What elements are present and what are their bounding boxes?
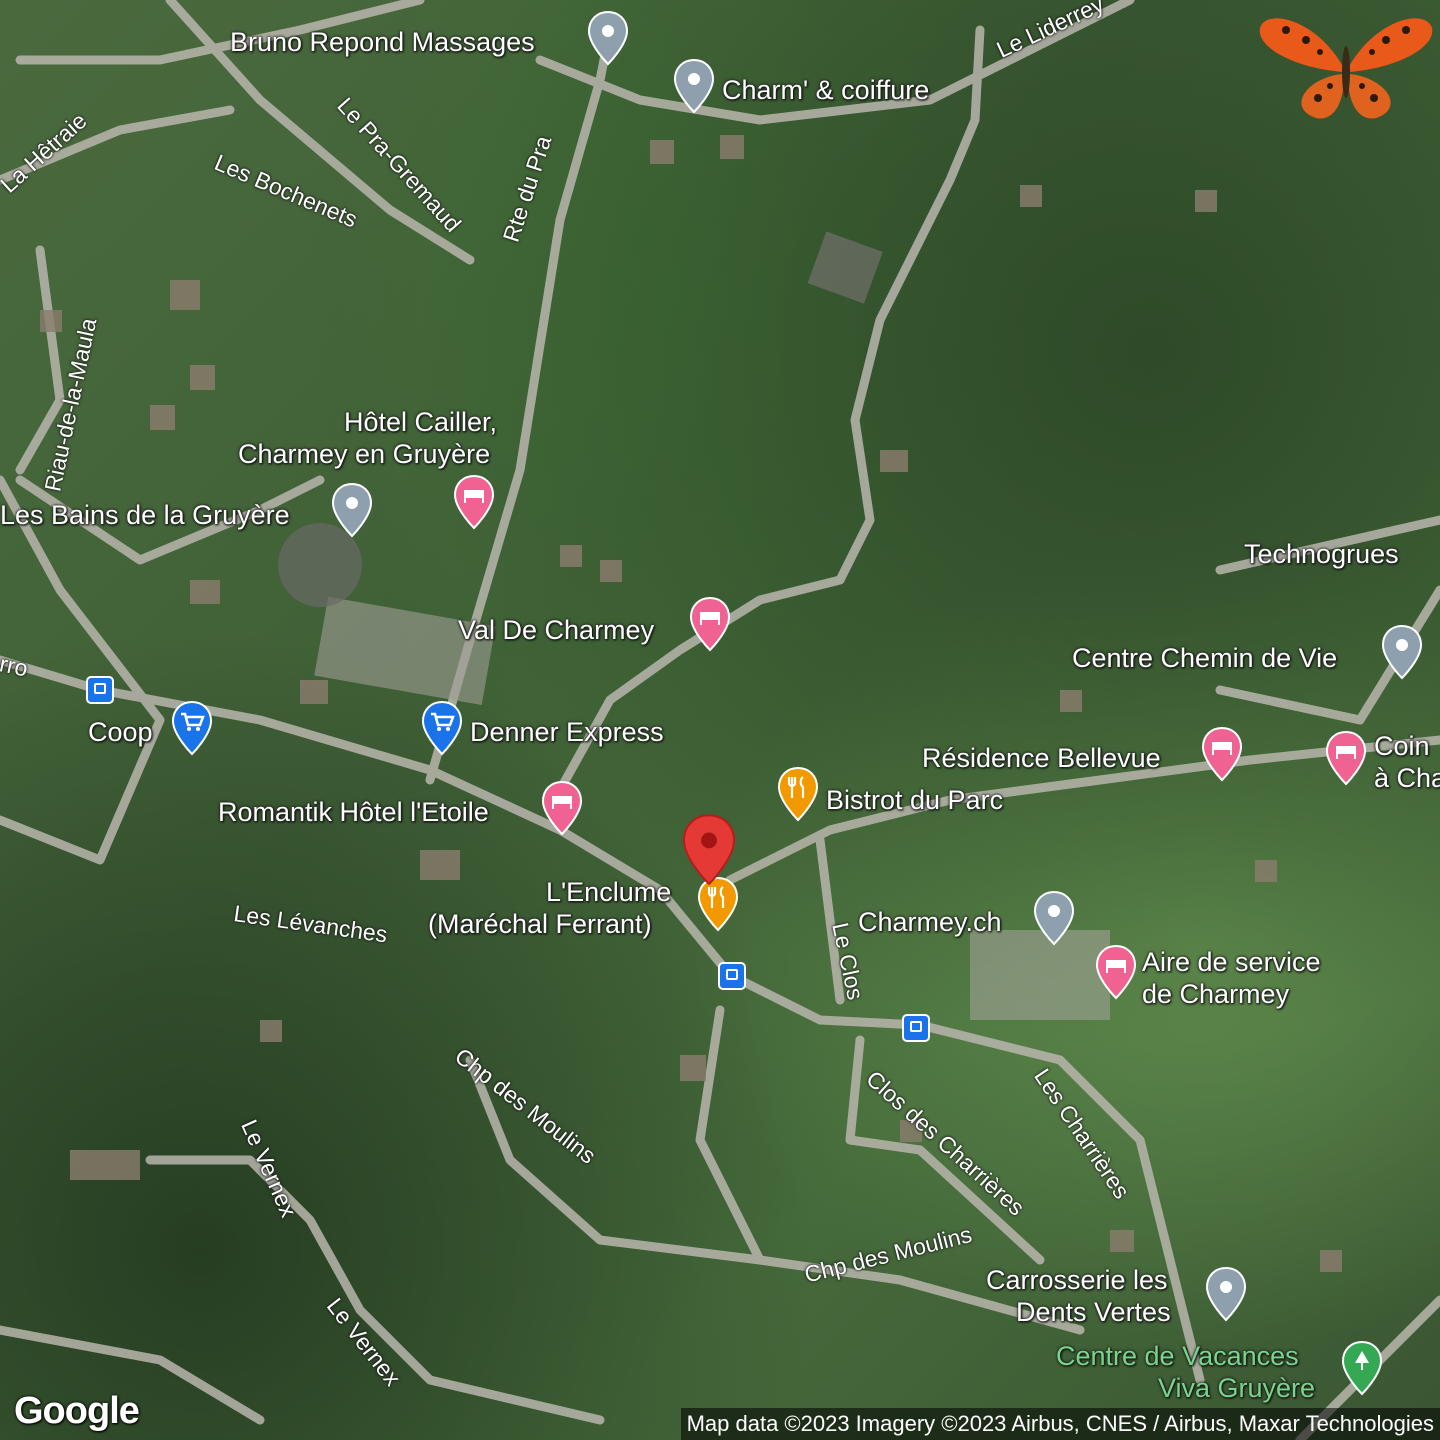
place-label[interactable]: Coin bbox=[1374, 730, 1430, 762]
place-label[interactable]: Val De Charmey bbox=[458, 614, 654, 646]
place-label[interactable]: (Maréchal Ferrant) bbox=[428, 908, 652, 940]
lodging-pin-icon[interactable] bbox=[1324, 730, 1368, 788]
satellite-map[interactable]: Le Liderrey La Hêtraie Les Bochenets Le … bbox=[0, 0, 1440, 1440]
park-pin-icon[interactable] bbox=[1340, 1340, 1384, 1398]
shopping-cart-pin-icon[interactable] bbox=[420, 700, 464, 758]
place-label[interactable]: Coop bbox=[88, 716, 153, 748]
place-label[interactable]: Bistrot du Parc bbox=[826, 784, 1003, 816]
place-label[interactable]: Les Bains de la Gruyère bbox=[0, 499, 290, 531]
lodging-pin-icon[interactable] bbox=[1200, 726, 1244, 784]
road-network bbox=[0, 0, 1440, 1440]
place-label[interactable]: Hôtel Cailler, bbox=[344, 406, 497, 438]
place-label[interactable]: Charm' & coiffure bbox=[722, 74, 929, 106]
place-label[interactable]: Charmey en Gruyère bbox=[238, 438, 490, 470]
butterfly-icon bbox=[1259, 18, 1433, 119]
bus-stop-icon[interactable] bbox=[86, 676, 114, 704]
lodging-pin-icon[interactable] bbox=[688, 596, 732, 654]
place-label[interactable]: Dents Vertes bbox=[1016, 1296, 1171, 1328]
place-label[interactable]: à Cha bbox=[1374, 762, 1440, 794]
lodging-pin-icon[interactable] bbox=[540, 780, 584, 838]
place-label[interactable]: Centre de Vacances bbox=[1056, 1340, 1299, 1372]
place-pin-icon[interactable] bbox=[1380, 624, 1424, 682]
place-label[interactable]: Résidence Bellevue bbox=[922, 742, 1161, 774]
place-label[interactable]: Charmey.ch bbox=[858, 906, 1002, 938]
place-label[interactable]: Carrosserie les bbox=[986, 1264, 1168, 1296]
place-label[interactable]: Denner Express bbox=[470, 716, 664, 748]
place-label[interactable]: L'Enclume bbox=[546, 876, 671, 908]
restaurant-pin-icon[interactable] bbox=[776, 766, 820, 824]
place-label[interactable]: Technogrues bbox=[1244, 538, 1399, 570]
bus-stop-icon[interactable] bbox=[902, 1014, 930, 1042]
lodging-pin-icon[interactable] bbox=[1094, 944, 1138, 1002]
place-label[interactable]: Romantik Hôtel l'Etoile bbox=[218, 796, 489, 828]
map-attribution[interactable]: Map data ©2023 Imagery ©2023 Airbus, CNE… bbox=[680, 1408, 1440, 1440]
place-pin-icon[interactable] bbox=[1204, 1266, 1248, 1324]
place-label[interactable]: Viva Gruyère bbox=[1158, 1372, 1315, 1404]
selected-location-pin-icon[interactable] bbox=[680, 812, 738, 890]
place-label[interactable]: Aire de service bbox=[1142, 946, 1321, 978]
road-label: rro bbox=[0, 650, 31, 682]
place-pin-icon[interactable] bbox=[1032, 890, 1076, 948]
place-pin-icon[interactable] bbox=[586, 10, 630, 68]
shopping-cart-pin-icon[interactable] bbox=[170, 700, 214, 758]
google-logo: Google bbox=[14, 1390, 140, 1432]
place-label[interactable]: Bruno Repond Massages bbox=[230, 26, 535, 58]
place-label[interactable]: de Charmey bbox=[1142, 978, 1289, 1010]
place-pin-icon[interactable] bbox=[330, 482, 374, 540]
place-label[interactable]: Centre Chemin de Vie bbox=[1072, 642, 1337, 674]
place-pin-icon[interactable] bbox=[672, 58, 716, 116]
bus-stop-icon[interactable] bbox=[718, 962, 746, 990]
lodging-pin-icon[interactable] bbox=[452, 474, 496, 532]
